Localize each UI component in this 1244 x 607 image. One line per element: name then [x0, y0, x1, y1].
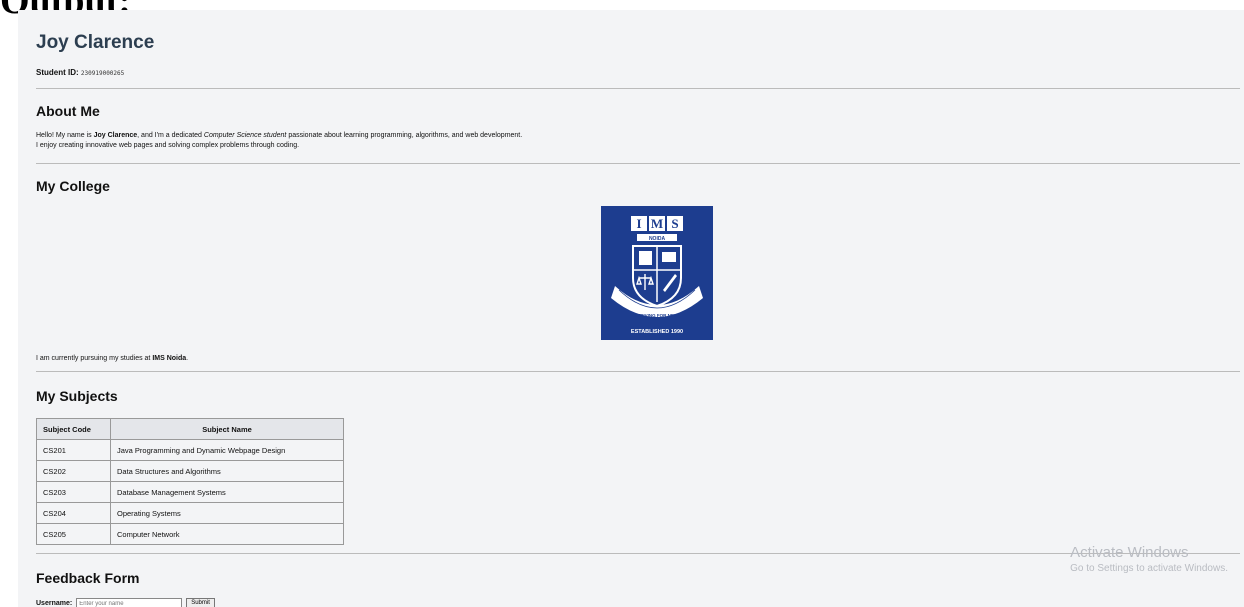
- table-row: CS203 Database Management Systems: [36, 481, 344, 503]
- subject-code: CS203: [36, 481, 111, 503]
- table-row: CS205 Computer Network: [36, 523, 344, 545]
- student-id: Student ID: 230919000265: [36, 68, 124, 77]
- divider: [36, 88, 1240, 89]
- subject-code: CS202: [36, 460, 111, 482]
- svg-text:S: S: [671, 216, 678, 231]
- about-heading: About Me: [36, 103, 100, 119]
- college-logo: I M S NOIDA STRIVING FOR NEXT ESTABLISHE…: [601, 206, 713, 340]
- about-paragraph: Hello! My name is Joy Clarence, and I'm …: [36, 131, 522, 151]
- about-text-line2: I enjoy creating innovative web pages an…: [36, 142, 300, 149]
- about-text: , and I'm a dedicated: [137, 132, 204, 139]
- subject-name: Computer Network: [110, 523, 344, 545]
- subject-name: Database Management Systems: [110, 481, 344, 503]
- subject-code: CS204: [36, 502, 111, 524]
- svg-text:M: M: [651, 216, 663, 231]
- username-input[interactable]: [76, 598, 183, 607]
- subject-code: CS201: [36, 439, 111, 461]
- browser-viewport: Joy Clarence Student ID: 230919000265 Ab…: [18, 10, 1244, 607]
- svg-text:STRIVING FOR NEXT: STRIVING FOR NEXT: [634, 313, 680, 318]
- divider: [36, 371, 1240, 372]
- college-name: IMS Noida: [152, 355, 187, 362]
- student-name: Joy Clarence: [36, 32, 155, 53]
- student-id-label: Student ID:: [36, 68, 79, 77]
- divider: [36, 163, 1240, 164]
- feedback-heading: Feedback Form: [36, 570, 140, 586]
- college-paragraph: I am currently pursuing my studies at IM…: [36, 354, 188, 364]
- username-label: Username:: [36, 600, 73, 607]
- subject-code: CS205: [36, 523, 111, 545]
- table-row: CS201 Java Programming and Dynamic Webpa…: [36, 439, 344, 461]
- submit-button[interactable]: Submit: [186, 598, 215, 607]
- feedback-form: Username: Submit: [36, 598, 215, 607]
- divider: [36, 553, 1240, 554]
- column-header-code: Subject Code: [36, 418, 111, 440]
- about-text: Hello! My name is: [36, 132, 94, 139]
- college-text: .: [186, 355, 189, 362]
- college-heading: My College: [36, 178, 110, 194]
- svg-text:I: I: [636, 216, 641, 231]
- subjects-heading: My Subjects: [36, 388, 118, 404]
- activate-windows-watermark: Activate Windows Go to Settings to activ…: [1070, 544, 1228, 574]
- about-name: Joy Clarence: [93, 132, 138, 139]
- student-id-value: 230919000265: [80, 70, 125, 77]
- column-header-name: Subject Name: [110, 418, 344, 440]
- table-row: CS202 Data Structures and Algorithms: [36, 460, 344, 482]
- subject-name: Data Structures and Algorithms: [110, 460, 344, 482]
- ims-crest-icon: I M S NOIDA STRIVING FOR NEXT ESTABLISHE…: [601, 206, 713, 340]
- watermark-title: Activate Windows: [1070, 544, 1189, 561]
- subjects-table: Subject Code Subject Name CS201 Java Pro…: [36, 418, 344, 545]
- college-text: I am currently pursuing my studies at: [36, 355, 153, 362]
- about-emphasis: Computer Science student: [203, 132, 287, 139]
- watermark-subtitle: Go to Settings to activate Windows.: [1070, 563, 1228, 574]
- svg-text:NOIDA: NOIDA: [649, 236, 666, 242]
- table-header-row: Subject Code Subject Name: [36, 418, 344, 440]
- subject-name: Operating Systems: [110, 502, 344, 524]
- about-text: passionate about learning programming, a…: [286, 132, 523, 139]
- svg-text:ESTABLISHED 1990: ESTABLISHED 1990: [631, 329, 683, 335]
- subject-name: Java Programming and Dynamic Webpage Des…: [110, 439, 344, 461]
- table-row: CS204 Operating Systems: [36, 502, 344, 524]
